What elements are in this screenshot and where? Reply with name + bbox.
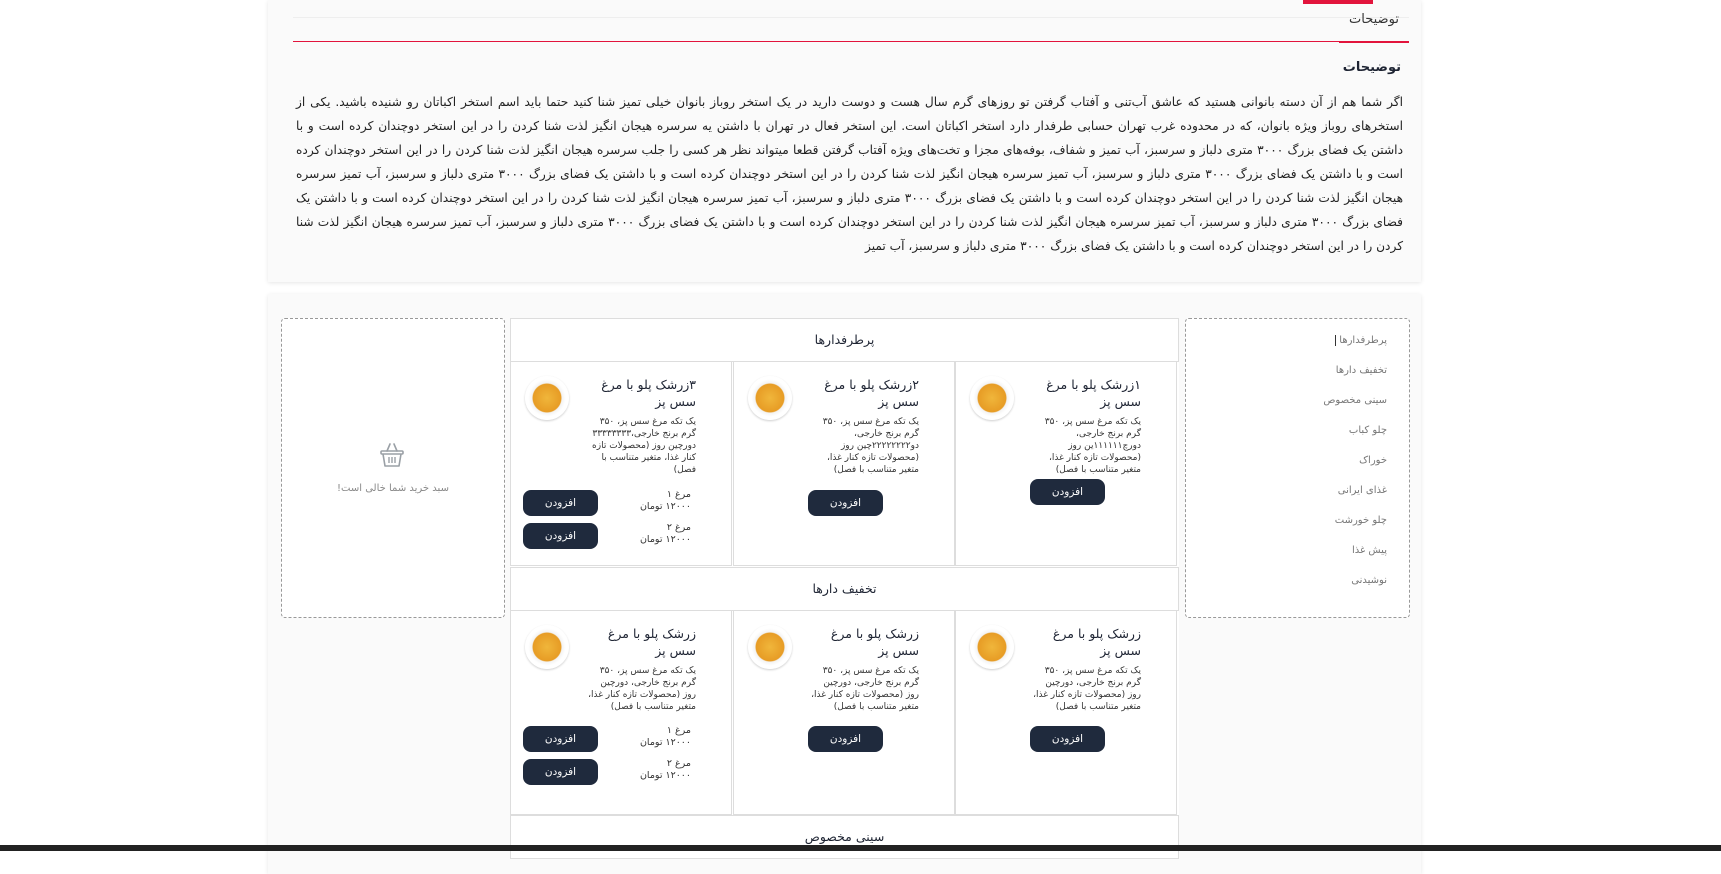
sidebar-item-discounted[interactable]: تخفیف دارها [1186,361,1409,381]
sidebar-item-popular[interactable]: پرطرفدارها [1186,331,1409,351]
sidebar-item-label: چلو کباب [1348,425,1387,436]
product-description: یک تکه مرغ سس پز، ۳۵۰ گرم برنج خارجی، دو… [811,666,919,712]
category-header-special-tray: سینی مخصوص [510,815,1179,859]
option-price: ۱۲۰۰۰ تومان [639,770,691,781]
add-option-button[interactable]: افزودن [523,523,598,549]
product-card: زرشک پلو با مرغ سس پز یک تکه مرغ سس پز، … [955,610,1177,815]
product-description: یک تکه مرغ سس پز، ۳۵۰ گرم برنج خارجی، دو… [822,417,919,475]
product-image [970,376,1014,420]
product-image [970,625,1014,669]
product-image [525,376,569,420]
product-option: مرغ ۲ ۱۲۰۰۰ تومان [621,522,691,546]
category-header-discounted: تخفیف دارها [510,567,1179,611]
sidebar-item-label: پیش غذا [1352,545,1387,556]
category-header-popular: پرطرفدارها [510,318,1179,362]
option-price: ۱۲۰۰۰ تومان [639,501,691,512]
product-image [748,376,792,420]
cart-empty-text: سبد خرید شما خالی است! [337,483,449,494]
basket-icon [380,443,404,467]
sidebar-item-label: خوراک [1359,455,1387,466]
product-card: زرشک پلو با مرغ سس پز یک تکه مرغ سس پز، … [733,610,955,815]
add-button[interactable]: افزودن [1030,726,1105,752]
product-card: ۲زرشک پلو با مرغ سس پز یک تکه مرغ سس پز،… [733,361,955,566]
product-name: ۳زرشک پلو با مرغ سس پز [601,377,696,409]
product-option: مرغ ۲ ۱۲۰۰۰ تومان [621,758,691,782]
sidebar-item-label: تخفیف دارها [1335,365,1387,376]
sidebar-item-iranian-food[interactable]: غذای ایرانی [1186,481,1409,501]
add-option-button[interactable]: افزودن [523,726,598,752]
category-sidebar: پرطرفدارها تخفیف دارها سینی مخصوص چلو کب… [1185,318,1410,618]
option-name: مرغ ۲ [666,758,691,769]
add-option-button[interactable]: افزودن [523,759,598,785]
option-price: ۱۲۰۰۰ تومان [639,737,691,748]
sidebar-item-special-tray[interactable]: سینی مخصوص [1186,391,1409,411]
product-image [748,625,792,669]
product-grid: پرطرفدارها ۱زرشک پلو با مرغ سس پز یک تکه… [510,318,1179,859]
product-description: یک تکه مرغ سس پز، ۳۵۰ گرم برنج خارجی،۳۳۳… [592,417,696,475]
sidebar-item-label: غذای ایرانی [1337,485,1387,496]
sidebar-item-label: سینی مخصوص [1323,395,1387,406]
description-title: توضیحات [1342,60,1401,75]
bottom-bar [0,845,1721,851]
option-price: ۱۲۰۰۰ تومان [639,534,691,545]
description-text: اگر شما هم از آن دسته بانوانی هستید که ع… [296,95,1404,253]
option-name: مرغ ۲ [666,522,691,533]
sidebar-item-label: پرطرفدارها [1335,335,1387,346]
product-option: مرغ ۱ ۱۲۰۰۰ تومان [621,489,691,513]
add-button[interactable]: افزودن [1030,479,1105,505]
product-option: مرغ ۱ ۱۲۰۰۰ تومان [621,725,691,749]
tab-description[interactable]: توضیحات [1339,9,1409,43]
sidebar-item-drinks[interactable]: نوشیدنی [1186,571,1409,591]
sidebar-item-chelo-kabab[interactable]: چلو کباب [1186,421,1409,441]
product-description: یک تکه مرغ سس پز، ۳۵۰ گرم برنج خارجی، دو… [588,666,696,712]
add-option-button[interactable]: افزودن [523,490,598,516]
sidebar-item-label: نوشیدنی [1351,575,1387,586]
sidebar-item-chelo-khoresht[interactable]: چلو خورشت [1186,511,1409,531]
sidebar-item-label: چلو خورشت [1334,515,1387,526]
option-name: مرغ ۱ [666,489,691,500]
product-description: یک تکه مرغ سس پز، ۳۵۰ گرم برنج خارجی، دو… [1044,417,1141,475]
sidebar-item-khorak[interactable]: خوراک [1186,451,1409,471]
product-image [525,625,569,669]
product-description: یک تکه مرغ سس پز، ۳۵۰ گرم برنج خارجی، دو… [1033,666,1141,712]
option-name: مرغ ۱ [666,725,691,736]
product-name: زرشک پلو با مرغ سس پز [830,626,919,658]
tab-accent-bar [1303,0,1373,4]
description-panel: توضیحات توضیحات اگر شما هم از آن دسته با… [268,0,1421,282]
sidebar-item-appetizer[interactable]: پیش غذا [1186,541,1409,561]
product-name: ۲زرشک پلو با مرغ سس پز [824,377,919,409]
product-card: زرشک پلو با مرغ سس پز یک تکه مرغ سس پز، … [510,610,732,815]
product-card: ۳زرشک پلو با مرغ سس پز یک تکه مرغ سس پز،… [510,361,732,566]
product-name: زرشک پلو با مرغ سس پز [1052,626,1141,658]
product-card: ۱زرشک پلو با مرغ سس پز یک تکه مرغ سس پز،… [955,361,1177,566]
tab-strip: توضیحات [293,0,1409,43]
product-name: زرشک پلو با مرغ سس پز [607,626,696,658]
product-name: ۱زرشک پلو با مرغ سس پز [1046,377,1141,409]
shopping-cart: سبد خرید شما خالی است! [281,318,505,618]
tab-strip-divider [293,17,1409,18]
add-button[interactable]: افزودن [808,490,883,516]
add-button[interactable]: افزودن [808,726,883,752]
